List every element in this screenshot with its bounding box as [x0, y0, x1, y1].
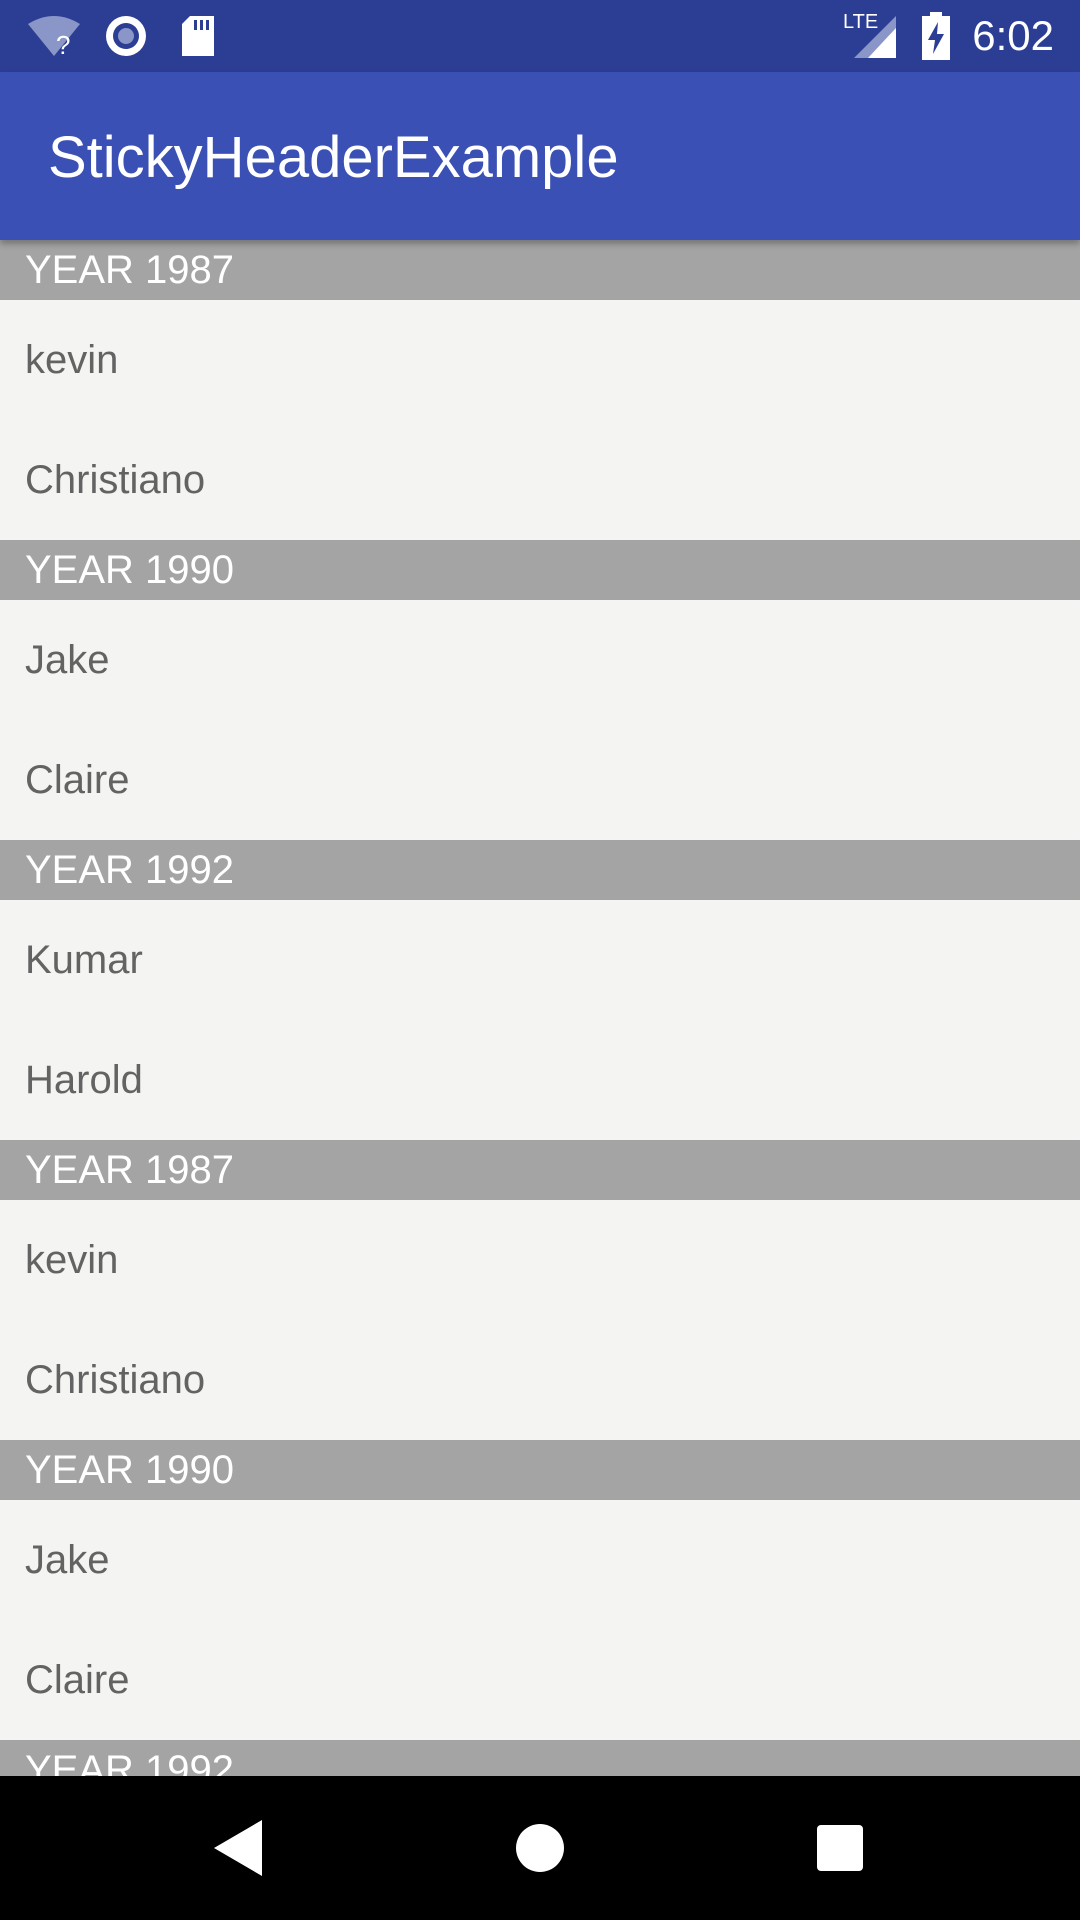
section-header: YEAR 1990 [0, 1440, 1080, 1500]
list-item[interactable]: Christiano [0, 1320, 1080, 1440]
wifi-unknown-icon: ? [28, 16, 80, 58]
battery-charging-icon [922, 12, 950, 60]
list-item[interactable]: Harold [0, 1020, 1080, 1140]
sync-circle-icon [106, 16, 146, 56]
list-item[interactable]: Jake [0, 1500, 1080, 1620]
list-item[interactable]: Christiano [0, 420, 1080, 540]
svg-text:?: ? [56, 30, 70, 58]
section-header: YEAR 1992 [0, 1740, 1080, 1776]
sd-card-icon [182, 16, 214, 56]
list-item[interactable]: Claire [0, 1620, 1080, 1740]
status-bar: ? LTE 6:02 [0, 0, 1080, 72]
signal-icon [854, 16, 896, 58]
back-icon[interactable] [208, 1816, 272, 1880]
list-item[interactable]: Claire [0, 720, 1080, 840]
list-item[interactable]: Kumar [0, 900, 1080, 1020]
section-header: YEAR 1987 [0, 1140, 1080, 1200]
navigation-bar [0, 1776, 1080, 1920]
app-title: StickyHeaderExample [48, 125, 619, 190]
home-icon[interactable] [508, 1816, 572, 1880]
section-header: YEAR 1987 [0, 240, 1080, 300]
app-bar: StickyHeaderExample [0, 72, 1080, 240]
list-item[interactable]: kevin [0, 300, 1080, 420]
list-item[interactable]: kevin [0, 1200, 1080, 1320]
recents-icon[interactable] [808, 1816, 872, 1880]
sticky-header-list[interactable]: YEAR 1987 kevin Christiano YEAR 1990 Jak… [0, 240, 1080, 1776]
section-header: YEAR 1990 [0, 540, 1080, 600]
section-header: YEAR 1992 [0, 840, 1080, 900]
list-item[interactable]: Jake [0, 600, 1080, 720]
status-time: 6:02 [972, 12, 1054, 59]
screen: ? LTE 6:02 StickyHeaderExample YEAR 1987… [0, 0, 1080, 1920]
